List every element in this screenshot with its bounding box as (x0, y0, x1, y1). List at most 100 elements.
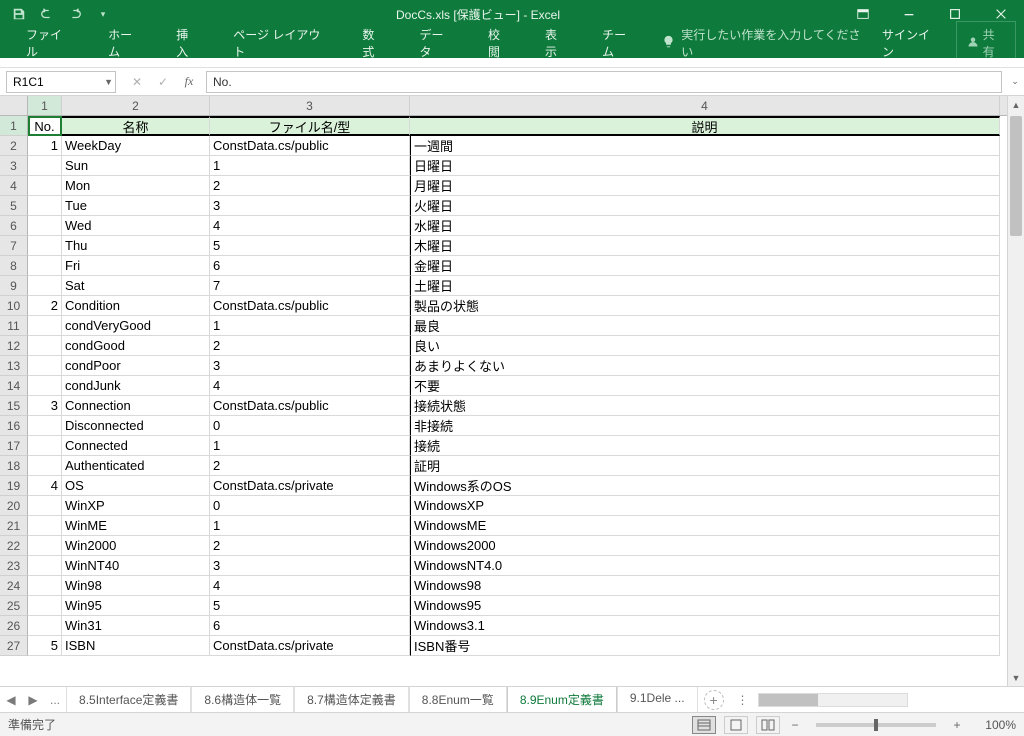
row-header[interactable]: 18 (0, 456, 28, 476)
cell[interactable]: Authenticated (62, 456, 210, 476)
col-header-3[interactable]: 3 (210, 96, 410, 115)
sheet-tab[interactable]: 8.9Enum定義書 (507, 687, 617, 714)
cell[interactable]: 月曜日 (410, 176, 1000, 196)
cell[interactable] (28, 436, 62, 456)
row-header[interactable]: 22 (0, 536, 28, 556)
grid[interactable]: 1 2 3 4 1No.名称ファイル名/型説明21WeekDayConstDat… (0, 96, 1007, 686)
cell[interactable]: Windows3.1 (410, 616, 1000, 636)
sheet-tab[interactable]: 8.7構造体定義書 (294, 687, 409, 714)
sheet-tab[interactable]: 8.6構造体一覧 (191, 687, 294, 714)
tab-scroll-right-icon[interactable]: ▶ (22, 693, 44, 707)
select-all-corner[interactable] (0, 96, 28, 115)
cell[interactable] (28, 336, 62, 356)
cell[interactable] (28, 456, 62, 476)
row-header[interactable]: 15 (0, 396, 28, 416)
cell[interactable] (28, 576, 62, 596)
cell[interactable]: ConstData.cs/public (210, 396, 410, 416)
cell[interactable]: 最良 (410, 316, 1000, 336)
cell[interactable]: 製品の状態 (410, 296, 1000, 316)
cell[interactable] (28, 156, 62, 176)
cell[interactable]: Connected (62, 436, 210, 456)
cell[interactable]: 土曜日 (410, 276, 1000, 296)
row-header[interactable]: 25 (0, 596, 28, 616)
cell[interactable]: 5 (210, 596, 410, 616)
cell[interactable]: Win95 (62, 596, 210, 616)
cell[interactable] (28, 356, 62, 376)
cell[interactable] (28, 236, 62, 256)
row-header[interactable]: 26 (0, 616, 28, 636)
cell[interactable]: WinNT40 (62, 556, 210, 576)
cell[interactable]: 2 (210, 456, 410, 476)
cell[interactable]: 5 (210, 236, 410, 256)
cell[interactable]: 説明 (410, 116, 1000, 136)
cell[interactable] (28, 616, 62, 636)
tell-me-search[interactable]: 実行したい作業を入力してください (662, 26, 864, 60)
cell[interactable]: Condition (62, 296, 210, 316)
cell[interactable]: 名称 (62, 116, 210, 136)
cell[interactable]: Windows98 (410, 576, 1000, 596)
row-header[interactable]: 17 (0, 436, 28, 456)
cell[interactable]: No. (28, 116, 62, 136)
cell[interactable]: 証明 (410, 456, 1000, 476)
cell[interactable]: 日曜日 (410, 156, 1000, 176)
row-header[interactable]: 23 (0, 556, 28, 576)
cell[interactable]: 金曜日 (410, 256, 1000, 276)
cell[interactable] (28, 596, 62, 616)
col-header-4[interactable]: 4 (410, 96, 1000, 115)
row-header[interactable]: 12 (0, 336, 28, 356)
cell[interactable]: Thu (62, 236, 210, 256)
cell[interactable]: Connection (62, 396, 210, 416)
cell[interactable] (28, 316, 62, 336)
cell[interactable]: 6 (210, 616, 410, 636)
cell[interactable]: 2 (28, 296, 62, 316)
cell[interactable]: 4 (210, 576, 410, 596)
cell[interactable]: 不要 (410, 376, 1000, 396)
tab-scroll-left-icon[interactable]: ◀ (0, 693, 22, 707)
cell[interactable]: WinME (62, 516, 210, 536)
row-header[interactable]: 27 (0, 636, 28, 656)
cell[interactable]: Disconnected (62, 416, 210, 436)
cell[interactable]: WeekDay (62, 136, 210, 156)
cell[interactable]: Windows95 (410, 596, 1000, 616)
view-pagebreak-icon[interactable] (756, 716, 780, 734)
cell[interactable] (28, 556, 62, 576)
cell[interactable]: WindowsNT4.0 (410, 556, 1000, 576)
row-header[interactable]: 2 (0, 136, 28, 156)
cell[interactable]: Fri (62, 256, 210, 276)
cell[interactable]: ConstData.cs/private (210, 476, 410, 496)
row-header[interactable]: 14 (0, 376, 28, 396)
cell[interactable]: Tue (62, 196, 210, 216)
view-normal-icon[interactable] (692, 716, 716, 734)
cell[interactable]: 非接続 (410, 416, 1000, 436)
row-header[interactable]: 19 (0, 476, 28, 496)
cell[interactable]: 2 (210, 336, 410, 356)
expand-formula-bar-icon[interactable]: ⌄ (1006, 76, 1024, 87)
cell[interactable]: Sat (62, 276, 210, 296)
cell[interactable] (28, 536, 62, 556)
cell[interactable]: condJunk (62, 376, 210, 396)
cell[interactable]: 良い (410, 336, 1000, 356)
cell[interactable]: Wed (62, 216, 210, 236)
row-header[interactable]: 1 (0, 116, 28, 136)
cell[interactable]: 5 (28, 636, 62, 656)
cell[interactable]: condVeryGood (62, 316, 210, 336)
tab-ellipsis[interactable]: ... (44, 693, 66, 707)
cell[interactable]: 一週間 (410, 136, 1000, 156)
cell[interactable]: Windows2000 (410, 536, 1000, 556)
cancel-formula-icon[interactable]: ✕ (126, 75, 148, 89)
cell[interactable]: 水曜日 (410, 216, 1000, 236)
cell[interactable]: WindowsXP (410, 496, 1000, 516)
row-header[interactable]: 7 (0, 236, 28, 256)
cell[interactable]: WindowsME (410, 516, 1000, 536)
zoom-thumb[interactable] (874, 719, 878, 731)
new-sheet-button[interactable]: + (704, 690, 724, 710)
cell[interactable]: 1 (210, 156, 410, 176)
view-pagelayout-icon[interactable] (724, 716, 748, 734)
chevron-down-icon[interactable]: ▼ (104, 77, 113, 87)
cell[interactable]: ConstData.cs/private (210, 636, 410, 656)
vertical-scrollbar[interactable]: ▲ ▼ (1007, 96, 1024, 686)
cell[interactable]: 7 (210, 276, 410, 296)
cell[interactable]: Win98 (62, 576, 210, 596)
scroll-down-icon[interactable]: ▼ (1008, 669, 1024, 686)
cell[interactable]: 接続状態 (410, 396, 1000, 416)
